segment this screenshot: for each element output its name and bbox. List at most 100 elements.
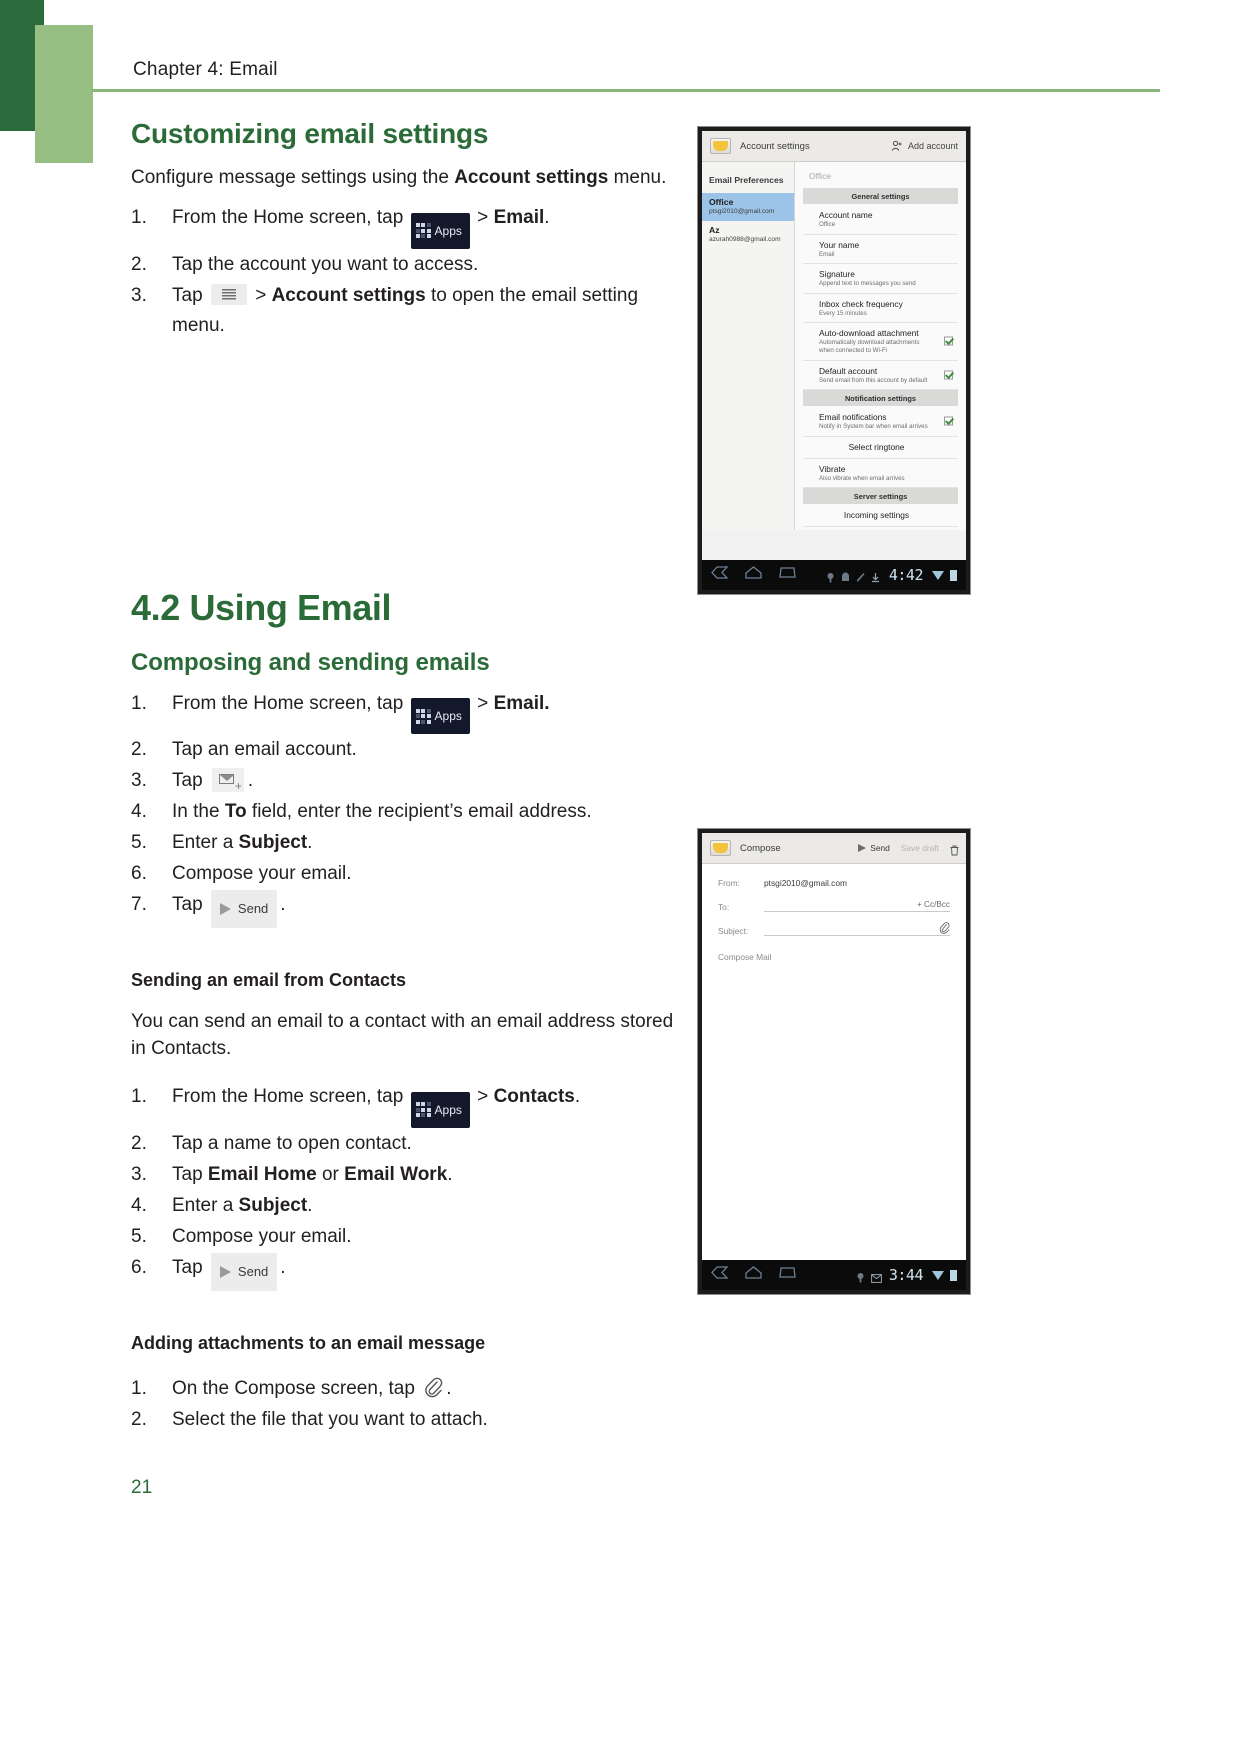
page-number: 21 (131, 1477, 153, 1498)
list-item: From the Home screen, tap Apps > Email. (131, 203, 676, 249)
list-item: On the Compose screen, tap . (131, 1374, 676, 1404)
setting-checkbox[interactable] (944, 416, 953, 426)
list-item: From the Home screen, tap Apps > Contact… (131, 1082, 676, 1128)
setting-inbox-check-frequency[interactable]: Inbox check frequency Every 15 minutes (803, 294, 958, 324)
setting-account-name[interactable]: Account name Office (803, 205, 958, 235)
cc-bcc-button[interactable]: + Cc/Bcc (917, 900, 950, 909)
step-text-pre: Tap (172, 1256, 208, 1278)
setting-subtitle: Also vibrate when email arrives (819, 474, 905, 482)
menu-icon (210, 283, 247, 305)
list-item: Tap > Account settings to open the email… (131, 281, 676, 341)
compose-title-bar: Compose Send Save draft (702, 833, 966, 864)
setting-select-ringtone[interactable]: Select ringtone (803, 437, 958, 459)
home-icon[interactable] (745, 1266, 762, 1284)
customizing-intro-post: menu. (608, 167, 667, 188)
setting-title: Account name (819, 210, 873, 220)
home-icon[interactable] (745, 566, 762, 584)
back-icon[interactable] (711, 566, 729, 584)
trash-icon[interactable] (950, 843, 959, 855)
attach-paperclip-icon[interactable] (939, 922, 950, 937)
signal-icon (932, 570, 944, 580)
setting-your-name[interactable]: Your name Email (803, 235, 958, 265)
settings-account-list: Email Preferences Office ptsgi2010@gmail… (702, 162, 795, 530)
step-text-tail: . (247, 770, 254, 791)
compose-mail-placeholder[interactable]: Compose Mail (718, 952, 950, 962)
setting-default-account[interactable]: Default account Send email from this acc… (803, 361, 958, 391)
list-item: Tap Send. (131, 890, 676, 928)
compose-actions: Send Save draft (858, 843, 959, 855)
chapter-header: Chapter 4: Email (133, 59, 278, 80)
status-icons: 4:42 (826, 566, 957, 584)
step-text-pre: Compose your email. (172, 863, 352, 884)
add-account-button[interactable]: Add account (891, 140, 958, 152)
step-text-pre: In the (172, 801, 225, 822)
send-arrow-icon (219, 903, 231, 915)
account-item-az[interactable]: Az azurah0988@gmail.com (702, 221, 794, 249)
step-text-pre: Tap an email account. (172, 739, 357, 760)
setting-checkbox[interactable] (944, 370, 953, 380)
subject-label: Subject: (718, 926, 749, 936)
settings-detail-pane: Office General settings Account name Off… (795, 162, 966, 530)
recent-apps-icon[interactable] (779, 566, 796, 584)
sync-icon (856, 1270, 865, 1282)
setting-checkbox[interactable] (944, 336, 953, 346)
step-text-mid: or (316, 1163, 345, 1185)
step-text-bold: Contacts (493, 1086, 575, 1107)
attachments-steps-list: On the Compose screen, tap . Select the … (131, 1374, 676, 1435)
setting-incoming-settings[interactable]: Incoming settings (803, 505, 958, 528)
page-title: Customizing email settings (131, 118, 489, 149)
from-value: ptsgi2010@gmail.com (764, 878, 847, 888)
setting-subtitle: Office (819, 221, 836, 228)
account-item-office[interactable]: Office ptsgi2010@gmail.com (702, 193, 794, 221)
section-band-general: General settings (803, 188, 958, 204)
step-text-post: field, enter the recipient’s email addre… (246, 801, 592, 822)
step-text-pre: Tap (172, 1163, 208, 1185)
from-label: From: (718, 878, 740, 888)
list-item: Tap Email Home or Email Work. (131, 1160, 676, 1190)
save-draft-button[interactable]: Save draft (901, 843, 939, 853)
apps-grid-icon (415, 708, 431, 724)
nav-buttons (711, 566, 796, 584)
step-text-pre: Tap (172, 894, 208, 915)
email-preferences-header: Email Preferences (709, 175, 784, 185)
document-page: Chapter 4: Email Customizing email setti… (0, 0, 1241, 1755)
setting-email-notifications[interactable]: Email notifications Notify in System bar… (803, 407, 958, 437)
list-item: Tap a name to open contact. (131, 1129, 676, 1159)
apps-chip-label: Apps (434, 223, 462, 238)
account-name: Az (709, 225, 720, 235)
list-item: Tap an email account. (131, 735, 676, 765)
send-label: Send (870, 843, 890, 853)
recent-apps-icon[interactable] (779, 1266, 796, 1284)
customizing-intro-bold: Account settings (454, 167, 609, 188)
setting-vibrate[interactable]: Vibrate Also vibrate when email arrives (803, 459, 958, 489)
add-account-label: Add account (907, 141, 958, 151)
send-button[interactable]: Send (858, 843, 890, 853)
settings-title: Account settings (740, 140, 810, 152)
subsection-heading-contacts: Sending an email from Contacts (131, 970, 407, 990)
download-icon (871, 570, 880, 582)
setting-auto-download-attachment[interactable]: Auto-download attachment Automatically d… (803, 323, 958, 361)
signal-icon (932, 1270, 944, 1280)
step-text-bold: Account settings (271, 284, 426, 306)
step-text-pre: On the Compose screen, tap (172, 1377, 421, 1399)
tablet-screen-settings: Account settings Add account Email Prefe… (702, 131, 966, 562)
step-text-bold-2: Email Work (344, 1163, 448, 1185)
step-text-mid: > (471, 207, 494, 228)
step-text-post: . (574, 1086, 581, 1107)
subject-input[interactable] (764, 924, 950, 936)
compose-email-icon: + (211, 768, 244, 792)
apps-grid-icon (415, 223, 431, 238)
step-text-pre: Compose your email. (172, 1225, 352, 1247)
battery-icon (950, 1269, 957, 1281)
send-arrow-icon (858, 844, 867, 852)
composing-steps-list: From the Home screen, tap Apps > Email. … (131, 689, 676, 928)
step-text-pre: From the Home screen, tap (172, 207, 409, 228)
breadcrumb: Office (809, 171, 832, 181)
section-band-server: Server settings (803, 488, 958, 505)
list-item: Compose your email. (131, 859, 676, 889)
back-icon[interactable] (711, 1266, 729, 1284)
paperclip-icon (423, 1377, 443, 1399)
account-email: azurah0988@gmail.com (709, 236, 781, 243)
list-item: In the To field, enter the recipient’s e… (131, 797, 676, 827)
setting-signature[interactable]: Signature Append text to messages you se… (803, 264, 958, 294)
